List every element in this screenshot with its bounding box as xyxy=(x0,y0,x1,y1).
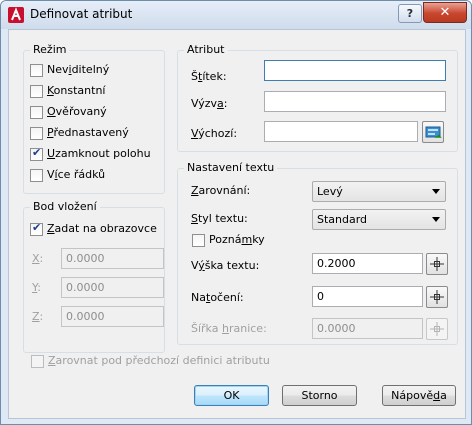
dialog-window: Definovat atribut ? ✕ Režim Neviditelný K… xyxy=(0,0,472,425)
text-height-input[interactable]: 0.2000 xyxy=(312,253,423,274)
text-height-label: Výška textu: xyxy=(191,259,260,272)
rotation-pick-button[interactable] xyxy=(426,286,448,308)
text-style-select[interactable]: Standard xyxy=(312,209,446,230)
window-title: Definovat atribut xyxy=(30,7,133,21)
prompt-input[interactable] xyxy=(264,91,446,112)
crosshair-pick-icon xyxy=(430,322,444,336)
z-label: Z: xyxy=(32,310,44,323)
justification-label: Zarovnání: xyxy=(191,184,251,197)
justification-value: Levý xyxy=(317,185,343,198)
preset-checkbox[interactable] xyxy=(30,127,43,140)
tag-label: Štítek: xyxy=(191,70,227,83)
y-input[interactable]: 0.0000 xyxy=(61,277,164,298)
annotative-checkbox[interactable] xyxy=(192,234,205,247)
insertion-group-title: Bod vložení xyxy=(30,200,100,213)
ok-button[interactable]: OK xyxy=(194,385,269,406)
crosshair-pick-icon xyxy=(430,257,444,271)
invisible-label[interactable]: Neviditelný xyxy=(47,63,109,76)
autocad-app-icon xyxy=(8,7,24,23)
annotative-label[interactable]: Poznámky xyxy=(209,233,265,246)
lock-position-checkbox[interactable] xyxy=(30,146,43,161)
close-button[interactable]: ✕ xyxy=(423,2,467,23)
mode-group-title: Režim xyxy=(30,43,70,56)
attribute-group-title: Atribut xyxy=(184,43,228,56)
text-style-label: Styl textu: xyxy=(191,212,248,225)
dialog-body: Režim Neviditelný Konstantní Ověřovaný Před… xyxy=(8,29,466,419)
align-below-checkbox[interactable] xyxy=(31,355,44,368)
height-pick-button[interactable] xyxy=(426,253,448,275)
verify-checkbox[interactable] xyxy=(30,106,43,119)
text-style-value: Standard xyxy=(317,213,368,226)
x-input[interactable]: 0.0000 xyxy=(61,248,164,269)
boundary-width-label: Šířka hranice: xyxy=(191,322,267,335)
prompt-label: Výzva: xyxy=(191,97,228,110)
width-pick-button[interactable] xyxy=(426,318,448,340)
title-help-button[interactable]: ? xyxy=(398,4,422,23)
x-label: X: xyxy=(32,252,44,265)
on-screen-checkbox[interactable] xyxy=(30,221,43,236)
on-screen-label[interactable]: Zadat na obrazovce xyxy=(47,222,157,235)
insert-field-button[interactable] xyxy=(422,121,444,143)
boundary-width-input[interactable]: 0.0000 xyxy=(312,318,423,339)
z-input[interactable]: 0.0000 xyxy=(61,306,164,327)
align-below-label[interactable]: Zarovnat pod předchozí definici atributu xyxy=(48,354,270,367)
lock-position-label[interactable]: Uzamknout polohu xyxy=(47,147,151,160)
help-button[interactable]: Nápověda xyxy=(382,385,456,406)
insert-field-icon xyxy=(425,126,442,138)
multiple-lines-label[interactable]: Více řádků xyxy=(47,168,105,181)
crosshair-pick-icon xyxy=(430,290,444,304)
chevron-down-icon xyxy=(432,217,440,222)
text-settings-group-title: Nastavení textu xyxy=(184,161,278,174)
verify-label[interactable]: Ověřovaný xyxy=(47,105,107,118)
default-label: Výchozí: xyxy=(191,127,238,140)
constant-label[interactable]: Konstantní xyxy=(47,84,105,97)
preset-label[interactable]: Přednastavený xyxy=(47,126,129,139)
rotation-label: Natočení: xyxy=(191,291,244,304)
y-label: Y: xyxy=(32,281,41,294)
justification-select[interactable]: Levý xyxy=(312,181,446,202)
invisible-checkbox[interactable] xyxy=(30,64,43,77)
cancel-button[interactable]: Storno xyxy=(282,385,357,406)
title-bar[interactable]: Definovat atribut ? ✕ xyxy=(1,1,471,29)
multiple-lines-checkbox[interactable] xyxy=(30,169,43,182)
default-input[interactable] xyxy=(264,121,418,142)
chevron-down-icon xyxy=(432,189,440,194)
tag-input[interactable] xyxy=(264,60,446,81)
rotation-input[interactable]: 0 xyxy=(312,286,423,307)
constant-checkbox[interactable] xyxy=(30,85,43,98)
